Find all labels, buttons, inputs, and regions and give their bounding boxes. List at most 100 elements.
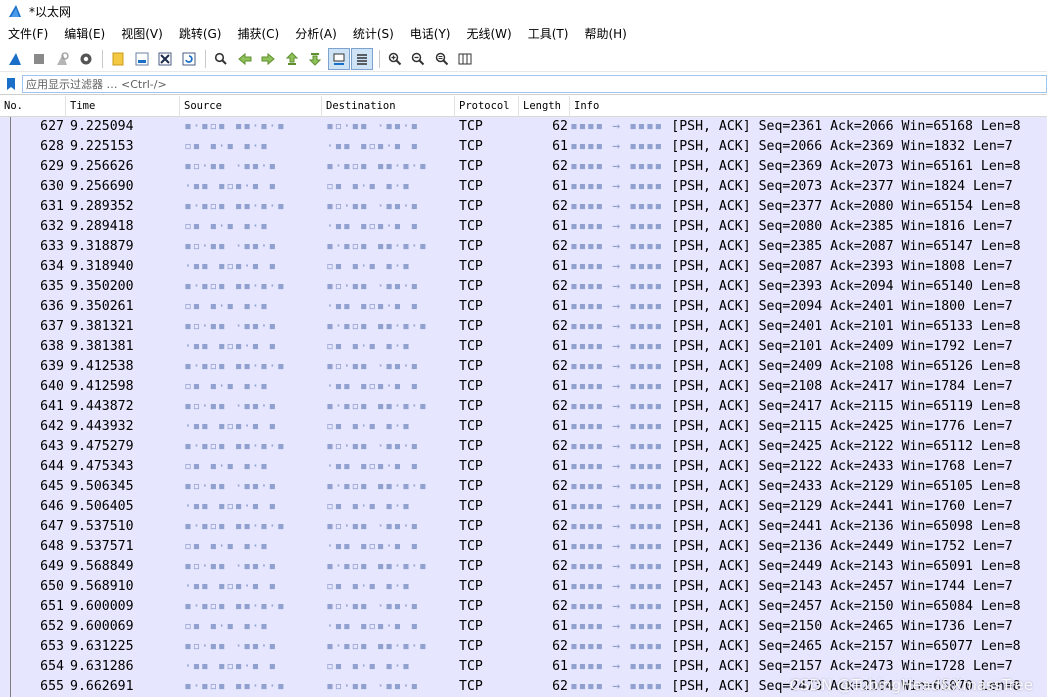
shark-fin-start-icon[interactable]	[4, 48, 26, 70]
packet-row[interactable]: 633 9.318879 ▪▫·▪▪ ·▪▪·▪ ▪·▪▫▪ ▪▪·▪·▪ TCP 62 ▪…	[0, 237, 1047, 257]
packet-row[interactable]: 649 9.568849 ▪▫·▪▪ ·▪▪·▪ ▪·▪▫▪ ▪▪·▪·▪ TCP 62 ▪…	[0, 557, 1047, 577]
bookmark-icon[interactable]	[4, 76, 18, 92]
column-header-destination[interactable]: Destination	[322, 96, 455, 117]
packet-destination: ▪·▪▫▪ ▪▪·▪·▪	[322, 397, 455, 417]
menu-capture[interactable]: 捕获(C)	[229, 23, 287, 45]
packet-row[interactable]: 628 9.225153 ▫▪ ▪·▪ ▪·▪ ·▪▪ ▪▫▪·▪ ▪ TCP 61 ▪▪▪…	[0, 137, 1047, 157]
packet-protocol: TCP	[459, 219, 483, 234]
packet-destination: ▪▫·▪▪ ·▪▪·▪	[322, 117, 455, 137]
packet-row[interactable]: 653 9.631225 ▪▫·▪▪ ·▪▪·▪ ▪·▪▫▪ ▪▪·▪·▪ TCP 62 ▪…	[0, 637, 1047, 657]
redacted-ports: ▪▪▪▪ → ▪▪▪▪	[570, 559, 672, 574]
packet-row[interactable]: 647 9.537510 ▪·▪▫▪ ▪▪·▪·▪ ▪▫·▪▪ ·▪▪·▪ TCP 62 ▪…	[0, 517, 1047, 537]
menu-edit[interactable]: 编辑(E)	[56, 23, 113, 45]
find-packet-icon[interactable]	[210, 48, 232, 70]
packet-row[interactable]: 631 9.289352 ▪·▪▫▪ ▪▪·▪·▪ ▪▫·▪▪ ·▪▪·▪ TCP 62 ▪…	[0, 197, 1047, 217]
packet-row[interactable]: 638 9.381381 ·▪▪ ▪▫▪·▪ ▪ ▫▪ ▪·▪ ▪·▪ TCP 61 ▪▪▪…	[0, 337, 1047, 357]
menu-view[interactable]: 视图(V)	[113, 23, 171, 45]
menu-wireless[interactable]: 无线(W)	[459, 23, 520, 45]
packet-row[interactable]: 630 9.256690 ·▪▪ ▪▫▪·▪ ▪ ▫▪ ▪·▪ ▪·▪ TCP 61 ▪▪▪…	[0, 177, 1047, 197]
redacted-address: ▪▫·▪▪ ·▪▪·▪	[184, 639, 277, 654]
packet-source: ▪▫·▪▪ ·▪▪·▪	[180, 397, 322, 417]
packet-row[interactable]: 654 9.631286 ·▪▪ ▪▫▪·▪ ▪ ▫▪ ▪·▪ ▪·▪ TCP 61 ▪▪▪…	[0, 657, 1047, 677]
column-header-no[interactable]: No.	[0, 96, 66, 117]
menu-analyze[interactable]: 分析(A)	[287, 23, 345, 45]
packet-source: ▪▫·▪▪ ·▪▪·▪	[180, 637, 322, 657]
column-header-protocol[interactable]: Protocol	[455, 96, 519, 117]
packet-row[interactable]: 640 9.412598 ▫▪ ▪·▪ ▪·▪ ·▪▪ ▪▫▪·▪ ▪ TCP 61 ▪▪▪…	[0, 377, 1047, 397]
packet-source: ▪·▪▫▪ ▪▪·▪·▪	[180, 597, 322, 617]
packet-time: 9.662691	[70, 679, 134, 694]
packet-row[interactable]: 651 9.600009 ▪·▪▫▪ ▪▪·▪·▪ ▪▫·▪▪ ·▪▪·▪ TCP 62 ▪…	[0, 597, 1047, 617]
go-last-packet-icon[interactable]	[327, 47, 350, 70]
column-header-time[interactable]: Time	[66, 96, 180, 117]
redacted-address: ▫▪ ▪·▪ ▪·▪	[184, 299, 269, 314]
redacted-address: ·▪▪ ▪▫▪·▪ ▪	[184, 259, 277, 274]
stop-square-icon[interactable]	[28, 48, 50, 70]
packet-source: ▪▫·▪▪ ·▪▪·▪	[180, 477, 322, 497]
zoom-normal-icon[interactable]	[431, 48, 453, 70]
display-filter-input[interactable]: 应用显示过滤器 … <Ctrl-/>	[22, 74, 1047, 93]
packet-time: 9.506345	[70, 479, 134, 494]
menu-telephony[interactable]: 电话(Y)	[402, 23, 459, 45]
redacted-address: ·▪▪ ▪▫▪·▪ ▪	[326, 219, 419, 234]
packet-row[interactable]: 650 9.568910 ·▪▪ ▪▫▪·▪ ▪ ▫▪ ▪·▪ ▪·▪ TCP 61 ▪▪▪…	[0, 577, 1047, 597]
menu-go[interactable]: 跳转(G)	[171, 23, 230, 45]
save-file-icon[interactable]	[131, 48, 153, 70]
packet-row[interactable]: 629 9.256626 ▪▫·▪▪ ·▪▪·▪ ▪·▪▫▪ ▪▪·▪·▪ TCP 62 ▪…	[0, 157, 1047, 177]
packet-row[interactable]: 645 9.506345 ▪▫·▪▪ ·▪▪·▪ ▪·▪▫▪ ▪▪·▪·▪ TCP 62 ▪…	[0, 477, 1047, 497]
packet-time: 9.600009	[70, 599, 134, 614]
close-file-icon[interactable]	[154, 48, 176, 70]
redacted-address: ▫▪ ▪·▪ ▪·▪	[184, 619, 269, 634]
packet-row[interactable]: 646 9.506405 ·▪▪ ▪▫▪·▪ ▪ ▫▪ ▪·▪ ▪·▪ TCP 61 ▪▪▪…	[0, 497, 1047, 517]
packet-length: 61	[552, 499, 568, 514]
column-header-info[interactable]: Info	[570, 96, 1047, 117]
redacted-address: ▪▫·▪▪ ·▪▪·▪	[326, 119, 419, 134]
packet-info-text: [PSH, ACK] Seq=2361 Ack=2066 Win=65168 L…	[671, 119, 1021, 134]
packet-destination: ▪▫·▪▪ ·▪▪·▪	[322, 197, 455, 217]
packet-length: 61	[552, 219, 568, 234]
open-folder-icon[interactable]	[107, 48, 129, 70]
packet-row[interactable]: 635 9.350200 ▪·▪▫▪ ▪▪·▪·▪ ▪▫·▪▪ ·▪▪·▪ TCP 62 ▪…	[0, 277, 1047, 297]
menu-file[interactable]: 文件(F)	[0, 23, 56, 45]
reload-file-icon[interactable]	[178, 48, 200, 70]
go-to-packet-icon[interactable]	[281, 48, 303, 70]
packet-row[interactable]: 634 9.318940 ·▪▪ ▪▫▪·▪ ▪ ▫▪ ▪·▪ ▪·▪ TCP 61 ▪▪▪…	[0, 257, 1047, 277]
menu-statistics[interactable]: 统计(S)	[345, 23, 402, 45]
zoom-out-icon[interactable]	[407, 48, 429, 70]
packet-info-text: [PSH, ACK] Seq=2369 Ack=2073 Win=65161 L…	[671, 159, 1021, 174]
column-header-length[interactable]: Length	[519, 96, 570, 117]
packet-row[interactable]: 652 9.600069 ▫▪ ▪·▪ ▪·▪ ·▪▪ ▪▫▪·▪ ▪ TCP 61 ▪▪▪…	[0, 617, 1047, 637]
packet-row[interactable]: 643 9.475279 ▪·▪▫▪ ▪▪·▪·▪ ▪▫·▪▪ ·▪▪·▪ TCP 62 ▪…	[0, 437, 1047, 457]
zoom-in-icon[interactable]	[384, 48, 406, 70]
related-packet-line	[10, 537, 11, 557]
menu-help[interactable]: 帮助(H)	[576, 23, 634, 45]
packet-row[interactable]: 636 9.350261 ▫▪ ▪·▪ ▪·▪ ·▪▪ ▪▫▪·▪ ▪ TCP 61 ▪▪▪…	[0, 297, 1047, 317]
capture-options-gear-icon[interactable]	[75, 48, 97, 70]
packet-row[interactable]: 642 9.443932 ·▪▪ ▪▫▪·▪ ▪ ▫▪ ▪·▪ ▪·▪ TCP 61 ▪▪▪…	[0, 417, 1047, 437]
packet-row[interactable]: 644 9.475343 ▫▪ ▪·▪ ▪·▪ ·▪▪ ▪▫▪·▪ ▪ TCP 61 ▪▪▪…	[0, 457, 1047, 477]
redacted-address: ▪▫·▪▪ ·▪▪·▪	[184, 239, 277, 254]
auto-scroll-icon[interactable]	[351, 47, 373, 70]
resize-columns-icon[interactable]	[454, 48, 476, 70]
packet-protocol: TCP	[459, 519, 483, 534]
related-packet-line	[10, 197, 11, 217]
packet-row[interactable]: 632 9.289418 ▫▪ ▪·▪ ▪·▪ ·▪▪ ▪▫▪·▪ ▪ TCP 61 ▪▪▪…	[0, 217, 1047, 237]
go-first-packet-icon[interactable]	[304, 48, 326, 70]
packet-info-text: [PSH, ACK] Seq=2129 Ack=2441 Win=1760 Le…	[671, 499, 1013, 514]
packet-time: 9.350261	[70, 299, 134, 314]
go-back-arrow-icon[interactable]	[234, 48, 256, 70]
packet-row[interactable]: 637 9.381321 ▪▫·▪▪ ·▪▪·▪ ▪·▪▫▪ ▪▪·▪·▪ TCP 62 ▪…	[0, 317, 1047, 337]
related-packet-line	[10, 377, 11, 397]
packet-row[interactable]: 641 9.443872 ▪▫·▪▪ ·▪▪·▪ ▪·▪▫▪ ▪▪·▪·▪ TCP 62 ▪…	[0, 397, 1047, 417]
redacted-ports: ▪▪▪▪ → ▪▪▪▪	[570, 519, 672, 534]
packet-length: 62	[552, 359, 568, 374]
packet-info-text: [PSH, ACK] Seq=2393 Ack=2094 Win=65140 L…	[671, 279, 1021, 294]
packet-row[interactable]: 627 9.225094 ▪·▪▫▪ ▪▪·▪·▪ ▪▫·▪▪ ·▪▪·▪ TCP 62 ▪…	[0, 117, 1047, 137]
restart-fin-icon[interactable]	[51, 48, 73, 70]
packet-row[interactable]: 648 9.537571 ▫▪ ▪·▪ ▪·▪ ·▪▪ ▪▫▪·▪ ▪ TCP 61 ▪▪▪…	[0, 537, 1047, 557]
packet-info: ▪▪▪▪ → ▪▪▪▪ [PSH, ACK] Seq=2073 Ack=2377…	[570, 177, 1047, 197]
menu-tools[interactable]: 工具(T)	[520, 23, 577, 45]
packet-row[interactable]: 639 9.412538 ▪·▪▫▪ ▪▪·▪·▪ ▪▫·▪▪ ·▪▪·▪ TCP 62 ▪…	[0, 357, 1047, 377]
column-header-source[interactable]: Source	[180, 96, 322, 117]
go-forward-arrow-icon[interactable]	[257, 48, 279, 70]
